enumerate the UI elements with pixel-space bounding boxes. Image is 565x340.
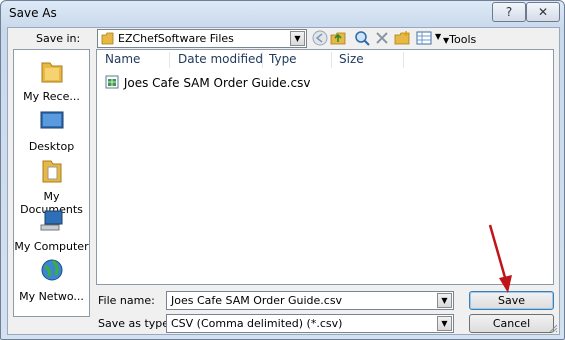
file-name-input[interactable]: Joes Cafe SAM Order Guide.csv ▼	[166, 291, 454, 310]
close-icon: ✕	[537, 5, 549, 19]
column-header-size[interactable]: Size	[339, 52, 364, 68]
chevron-down-icon[interactable]: ▼	[437, 316, 452, 331]
documents-folder-icon	[42, 160, 61, 183]
up-folder-icon[interactable]	[330, 30, 346, 46]
back-icon[interactable]	[312, 30, 328, 46]
annotation-arrow-icon	[488, 224, 512, 293]
cancel-button-label: Cancel	[492, 317, 531, 330]
desktop-icon	[40, 111, 63, 129]
save-as-type-select[interactable]: CSV (Comma delimited) (*.csv) ▼	[166, 314, 454, 333]
csv-file-icon	[105, 75, 119, 89]
new-folder-icon[interactable]	[394, 30, 410, 46]
folder-icon	[101, 32, 114, 45]
column-separator	[331, 52, 332, 68]
network-globe-icon	[41, 259, 62, 281]
place-my-network[interactable]: My Netwo...	[14, 258, 89, 303]
dialog-body: Save in: EZChefSoftware Files ▼ ▼ ▼Tools…	[7, 27, 560, 335]
recent-folder-icon	[41, 62, 62, 83]
save-in-combo[interactable]: EZChefSoftware Files ▼	[97, 29, 307, 48]
delete-icon[interactable]	[374, 30, 390, 46]
tools-label: Tools	[449, 33, 477, 46]
place-desktop[interactable]: Desktop	[14, 108, 89, 153]
column-header-date-modified[interactable]: Date modified	[178, 52, 263, 68]
file-name: Joes Cafe SAM Order Guide.csv	[123, 76, 311, 90]
list-item[interactable]: Joes Cafe SAM Order Guide.csv	[105, 75, 310, 90]
tools-menu[interactable]: ▼Tools	[438, 33, 476, 46]
search-web-icon[interactable]	[354, 30, 370, 46]
file-name-value: Joes Cafe SAM Order Guide.csv	[171, 294, 343, 307]
cancel-button[interactable]: Cancel	[469, 314, 554, 333]
save-as-type-label: Save as type:	[98, 317, 173, 330]
column-separator	[403, 52, 404, 68]
column-separator	[262, 52, 263, 68]
column-header-name[interactable]: Name	[105, 52, 140, 68]
help-icon: ?	[505, 5, 513, 19]
save-as-dialog: Save As ? ✕ Save in: EZChefSoftware File…	[0, 0, 565, 340]
file-name-label: File name:	[98, 294, 155, 307]
place-label: Desktop	[28, 140, 75, 153]
chevron-down-icon[interactable]: ▼	[290, 31, 305, 46]
save-in-value: EZChefSoftware Files	[118, 32, 234, 45]
places-bar: My Rece... Desktop My Documents My Compu…	[13, 49, 90, 317]
save-button-label: Save	[497, 294, 525, 307]
resize-grip-icon[interactable]	[548, 323, 558, 333]
close-button[interactable]: ✕	[526, 2, 560, 22]
save-as-type-value: CSV (Comma delimited) (*.csv)	[171, 317, 343, 330]
place-label: My Computer	[14, 240, 89, 253]
computer-icon	[40, 210, 62, 231]
save-in-label: Save in:	[36, 32, 81, 45]
chevron-down-icon[interactable]: ▼	[437, 293, 452, 308]
place-my-recent[interactable]: My Rece...	[14, 58, 89, 103]
title-bar: Save As ? ✕	[1, 1, 564, 27]
place-my-computer[interactable]: My Computer	[14, 208, 89, 253]
column-separator	[169, 52, 170, 68]
place-label: My Rece...	[23, 90, 80, 103]
column-header-type[interactable]: Type	[269, 52, 297, 68]
window-title: Save As	[9, 6, 57, 20]
place-label: My Netwo...	[19, 290, 84, 303]
views-icon[interactable]	[416, 30, 432, 46]
help-button[interactable]: ?	[492, 2, 526, 22]
